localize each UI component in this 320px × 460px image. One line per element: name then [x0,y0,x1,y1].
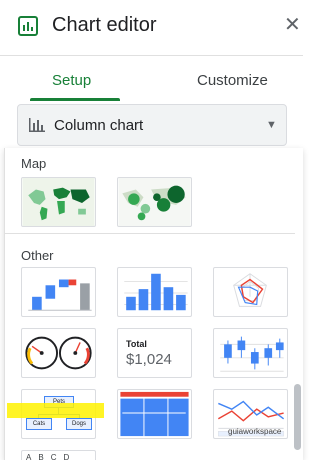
table-header-c: C [50,453,64,460]
geo-chart-option[interactable] [21,177,96,227]
scorecard-label: Total [126,339,147,349]
section-label-other: Other [21,248,54,263]
radar-chart-icon [233,273,267,307]
geo-chart-icon [22,178,95,226]
scorecard-chart-option[interactable]: Total $1,024 [117,328,192,378]
section-label-map: Map [21,156,47,171]
chart-icon [18,16,38,36]
waterfall-chart-icon [28,279,92,311]
treemap-chart-icon [118,390,191,438]
gauge-chart-option[interactable] [21,328,96,378]
radar-chart-option[interactable] [213,267,288,317]
chart-type-dropdown[interactable]: Column chart ▼ [17,104,287,146]
histogram-chart-option[interactable] [117,267,192,317]
section-divider [5,233,295,234]
editor-title: Chart editor [52,14,157,36]
gauge-chart-icon [25,336,92,370]
candlestick-chart-option[interactable] [213,328,288,378]
chart-type-label: Column chart [54,117,144,134]
chevron-down-icon: ▼ [266,119,277,131]
close-icon[interactable]: ✕ [284,14,301,36]
table-chart-headers: ABCD [26,453,76,460]
editor-tabs: Setup Customize [0,56,303,102]
scrollbar[interactable] [294,384,301,450]
scorecard-value: $1,024 [126,351,172,368]
table-header-d: D [63,453,77,460]
org-node-left: Cats [26,418,52,430]
column-chart-icon [28,117,46,133]
watermark: guiaworkspace [228,427,282,436]
histogram-chart-icon [124,273,188,311]
tab-setup[interactable]: Setup [52,72,91,89]
highlight-marker [7,403,104,418]
editor-header: Chart editor ✕ [0,0,303,56]
org-node-right: Dogs [66,418,92,430]
geo-bubble-chart-icon [118,178,191,226]
table-header-a: A [26,453,39,460]
candlestick-chart-icon [220,336,284,372]
waterfall-chart-option[interactable] [21,267,96,317]
active-tab-indicator [30,98,120,101]
treemap-chart-option[interactable] [117,389,192,439]
geo-bubble-chart-option[interactable] [117,177,192,227]
tab-customize[interactable]: Customize [197,72,268,89]
table-header-b: B [38,453,51,460]
table-chart-option[interactable]: ABCD [21,450,96,460]
